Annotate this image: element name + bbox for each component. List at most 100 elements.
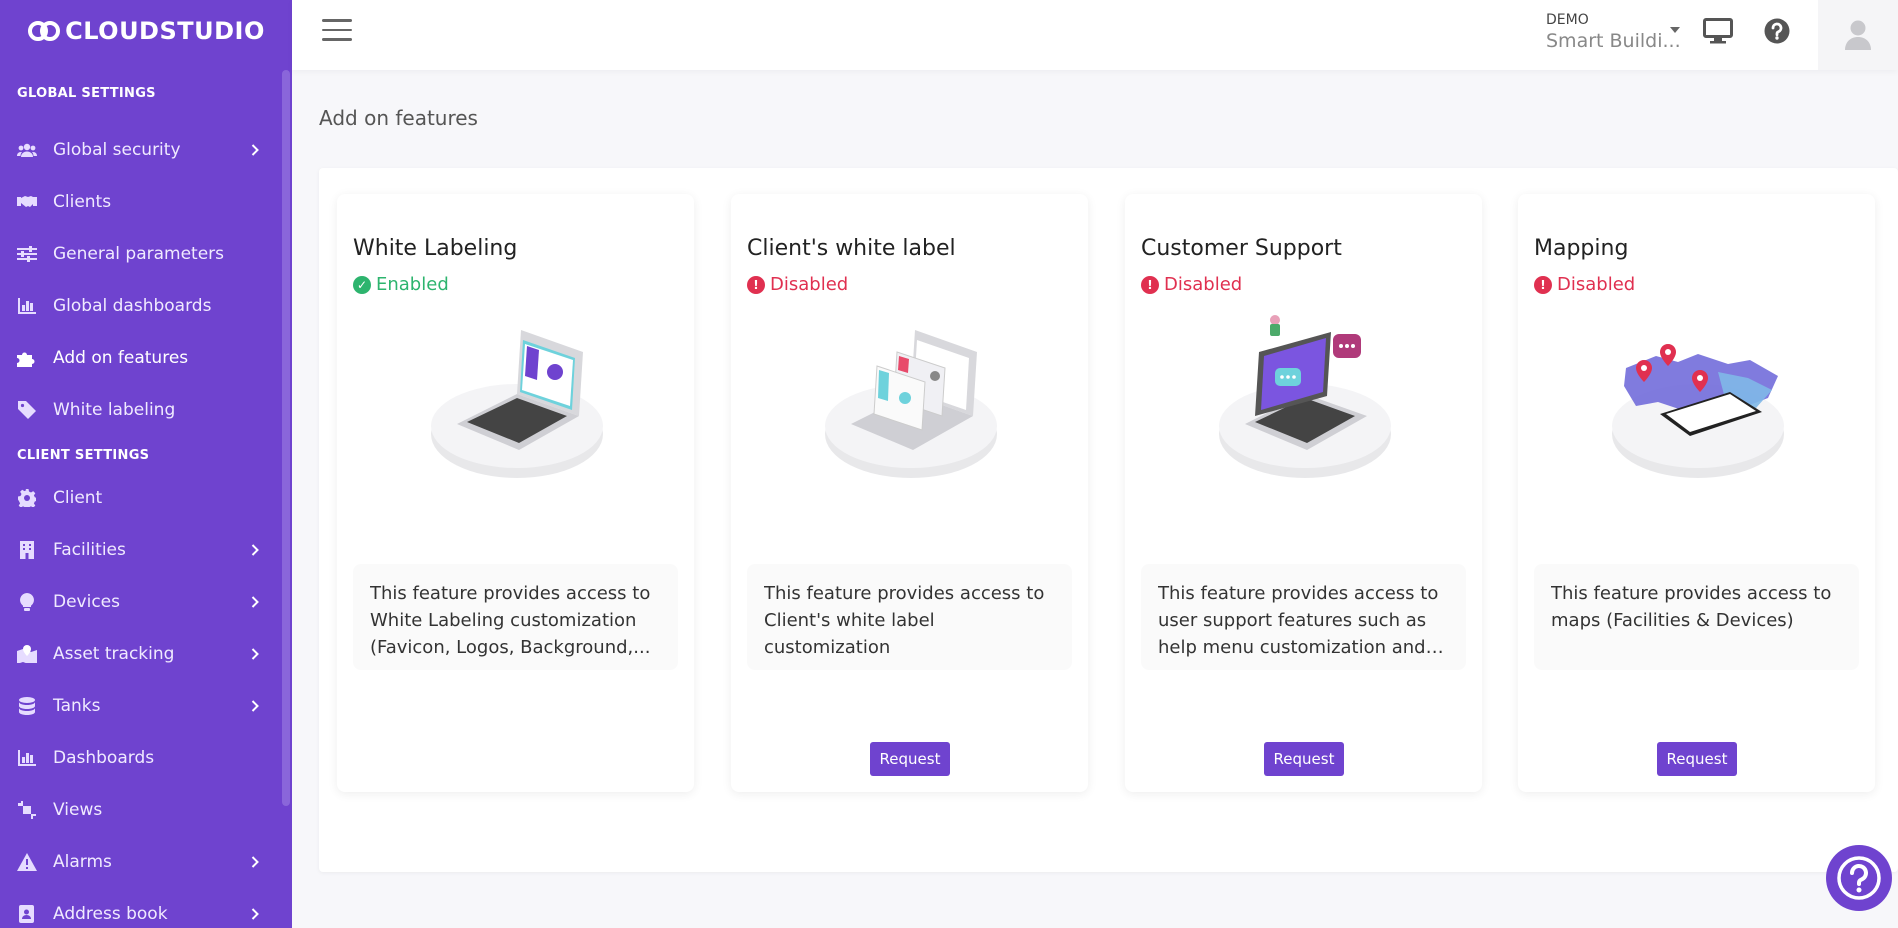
section-title-global-settings: GLOBAL SETTINGS	[17, 85, 156, 101]
sidebar-item-label: Views	[53, 800, 103, 820]
status-text: Enabled	[376, 274, 449, 295]
sidebar-item-facilities[interactable]: Facilities	[0, 524, 292, 576]
sidebar-item-label: Global security	[53, 140, 181, 160]
tenant-selector[interactable]: DEMO Smart Buildi...	[1546, 12, 1681, 52]
laptop-chat-illustration	[1219, 315, 1391, 478]
feature-title: Client's white label	[747, 236, 956, 261]
section-title-client-settings: CLIENT SETTINGS	[17, 447, 150, 463]
tenant-name: Smart Buildi...	[1546, 30, 1681, 52]
map-marker-icon	[17, 644, 37, 664]
sidebar-item-alarms[interactable]: Alarms	[0, 836, 292, 888]
status-text: Disabled	[1557, 274, 1636, 295]
bar-chart-icon	[17, 748, 37, 768]
sidebar-scrollbar[interactable]	[282, 70, 290, 806]
sidebar-item-label: General parameters	[53, 244, 225, 264]
status-text: Disabled	[1164, 274, 1243, 295]
sidebar-item-global-security[interactable]: Global security	[0, 124, 292, 176]
sidebar-item-label: Tanks	[53, 696, 101, 716]
check-circle-icon: ✓	[353, 275, 371, 294]
request-button[interactable]: Request	[1264, 742, 1344, 776]
chevron-right-icon	[248, 855, 262, 869]
sidebar-item-label: Add on features	[53, 348, 189, 368]
feature-card-mapping: Mapping ! Disabled This feature provides…	[1518, 194, 1875, 792]
feature-description: This feature provides access to White La…	[353, 564, 678, 670]
request-button[interactable]: Request	[870, 742, 950, 776]
sidebar-item-label: Client	[53, 488, 103, 508]
tag-icon	[17, 400, 37, 420]
gear-icon	[17, 488, 37, 508]
laptop-pages-illustration	[825, 330, 997, 478]
feature-title: Mapping	[1534, 236, 1629, 261]
sidebar-item-white-labeling[interactable]: White labeling	[0, 384, 292, 436]
user-avatar[interactable]	[1818, 0, 1898, 70]
sidebar-item-label: Global dashboards	[53, 296, 212, 316]
top-header: DEMO Smart Buildi...	[292, 0, 1898, 70]
exclamation-circle-icon: !	[747, 275, 765, 294]
sidebar-item-label: Facilities	[53, 540, 126, 560]
brand-name: CLOUDSTUDIO	[65, 17, 265, 45]
exclamation-circle-icon: !	[1141, 275, 1159, 294]
sidebar-item-views[interactable]: Views	[0, 784, 292, 836]
caret-down-icon[interactable]	[1670, 27, 1680, 33]
sidebar-item-label: Asset tracking	[53, 644, 175, 664]
sidebar-item-label: Devices	[53, 592, 120, 612]
sidebar-item-label: Clients	[53, 192, 112, 212]
brand-logo[interactable]: CLOUDSTUDIO	[0, 0, 292, 62]
puzzle-icon	[17, 348, 37, 368]
hamburger-menu-icon[interactable]	[322, 19, 352, 43]
monitor-icon[interactable]	[1702, 16, 1734, 46]
bar-chart-icon	[17, 296, 37, 316]
database-icon	[17, 696, 37, 716]
status-text: Disabled	[770, 274, 849, 295]
laptop-illustration	[431, 330, 603, 478]
sidebar-item-devices[interactable]: Devices	[0, 576, 292, 628]
feature-title: White Labeling	[353, 236, 518, 261]
request-button[interactable]: Request	[1657, 742, 1737, 776]
feature-description: This feature provides access to Client's…	[747, 564, 1072, 670]
sidebar-item-asset-tracking[interactable]: Asset tracking	[0, 628, 292, 680]
exclamation-circle-icon: !	[1534, 275, 1552, 294]
help-fab-button[interactable]	[1826, 845, 1892, 911]
status-badge: ! Disabled	[1534, 274, 1635, 295]
feature-card-customer-support: Customer Support ! Disabled This feature…	[1125, 194, 1482, 792]
crop-icon	[17, 800, 37, 820]
sidebar-item-client[interactable]: Client	[0, 472, 292, 524]
tenant-label: DEMO	[1546, 12, 1589, 28]
user-icon	[1845, 20, 1871, 50]
page-title: Add on features	[319, 106, 478, 130]
chevron-right-icon	[248, 907, 262, 921]
users-icon	[17, 140, 37, 160]
feature-title: Customer Support	[1141, 236, 1342, 261]
sidebar-item-general-parameters[interactable]: General parameters	[0, 228, 292, 280]
sidebar-item-dashboards[interactable]: Dashboards	[0, 732, 292, 784]
feature-description: This feature provides access to user sup…	[1141, 564, 1466, 670]
chevron-right-icon	[248, 699, 262, 713]
lightbulb-icon	[17, 592, 37, 612]
address-book-icon	[17, 904, 37, 924]
map-phone-illustration	[1612, 344, 1784, 478]
status-badge: ✓ Enabled	[353, 274, 449, 295]
cloud-logo-icon	[28, 21, 61, 41]
status-badge: ! Disabled	[747, 274, 848, 295]
sidebar-item-global-dashboards[interactable]: Global dashboards	[0, 280, 292, 332]
chevron-right-icon	[248, 595, 262, 609]
sliders-icon	[17, 244, 37, 264]
sidebar-item-label: Alarms	[53, 852, 112, 872]
sidebar-item-add-on-features[interactable]: Add on features	[0, 332, 292, 384]
warning-icon	[17, 852, 37, 872]
chevron-right-icon	[248, 543, 262, 557]
features-panel: White Labeling ✓ Enabled This feature pr…	[319, 168, 1898, 872]
sidebar-item-label: White labeling	[53, 400, 176, 420]
handshake-icon	[17, 192, 37, 212]
feature-card-clients-white-label: Client's white label ! Disabled This fea…	[731, 194, 1088, 792]
help-circle-icon[interactable]	[1761, 16, 1793, 46]
sidebar-item-label: Address book	[53, 904, 168, 924]
sidebar-item-tanks[interactable]: Tanks	[0, 680, 292, 732]
sidebar-item-label: Dashboards	[53, 748, 155, 768]
feature-card-white-labeling: White Labeling ✓ Enabled This feature pr…	[337, 194, 694, 792]
sidebar-item-clients[interactable]: Clients	[0, 176, 292, 228]
sidebar: CLOUDSTUDIO GLOBAL SETTINGS Global secur…	[0, 0, 292, 928]
sidebar-item-address-book[interactable]: Address book	[0, 888, 292, 928]
question-circle-icon	[1837, 856, 1881, 900]
chevron-right-icon	[248, 647, 262, 661]
